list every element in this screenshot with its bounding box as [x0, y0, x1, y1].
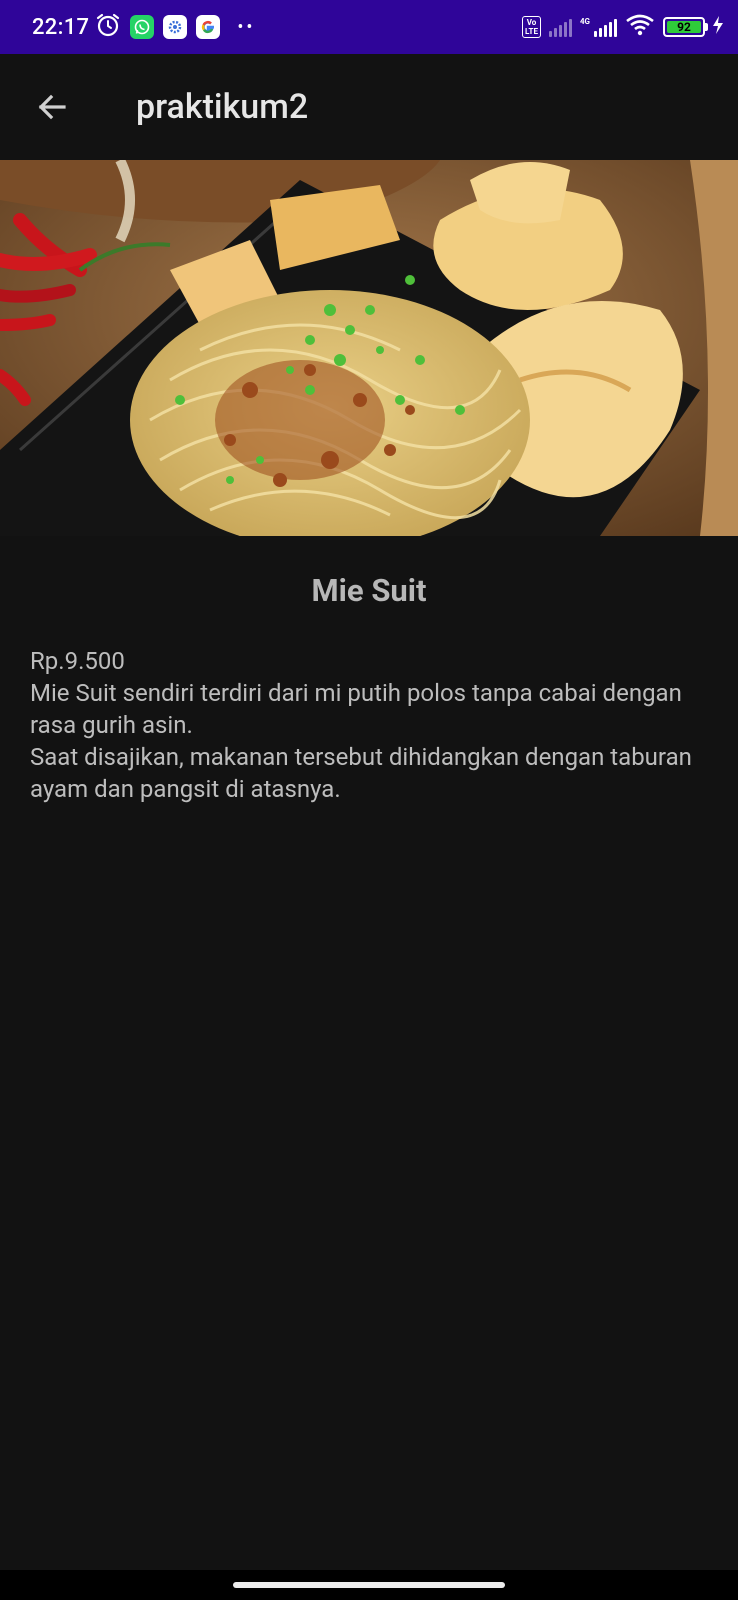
whatsapp-icon	[130, 15, 155, 39]
volte-icon: Vo LTE	[522, 16, 541, 38]
signal-sim1-icon	[548, 17, 572, 37]
battery-icon: 92	[663, 16, 724, 38]
settings-app-icon	[163, 15, 188, 39]
more-notifications-dots: ••	[237, 16, 256, 38]
food-price: Rp.9.500	[30, 647, 125, 675]
battery-level: 92	[667, 20, 701, 34]
food-photo-illustration	[0, 160, 738, 536]
back-button[interactable]	[24, 79, 80, 135]
system-icons: Vo LTE 4G 92	[522, 14, 724, 40]
arrow-back-icon	[38, 94, 66, 120]
network-type-label: 4G	[579, 16, 590, 26]
status-bar: 22:17 •• Vo LTE 4G 92	[0, 0, 738, 54]
app-bar: praktikum2	[0, 54, 738, 160]
google-icon	[196, 15, 221, 39]
wifi-icon	[625, 14, 655, 40]
navigation-bar	[0, 1570, 738, 1600]
charging-icon	[712, 16, 724, 38]
food-name: Mie Suit	[311, 572, 427, 609]
signal-sim2-icon	[594, 17, 617, 37]
food-image	[0, 160, 738, 536]
detail-content: Mie Suit Rp.9.500 Mie Suit sendiri terdi…	[0, 536, 738, 805]
status-time: 22:17	[32, 14, 90, 40]
food-description-1: Mie Suit sendiri terdiri dari mi putih p…	[30, 679, 682, 739]
home-indicator[interactable]	[233, 1582, 505, 1588]
food-description-2: Saat disajikan, makanan tersebut dihidan…	[30, 743, 692, 803]
alarm-icon	[95, 12, 121, 42]
notification-icons: ••	[95, 12, 255, 42]
page-title: praktikum2	[136, 87, 309, 127]
